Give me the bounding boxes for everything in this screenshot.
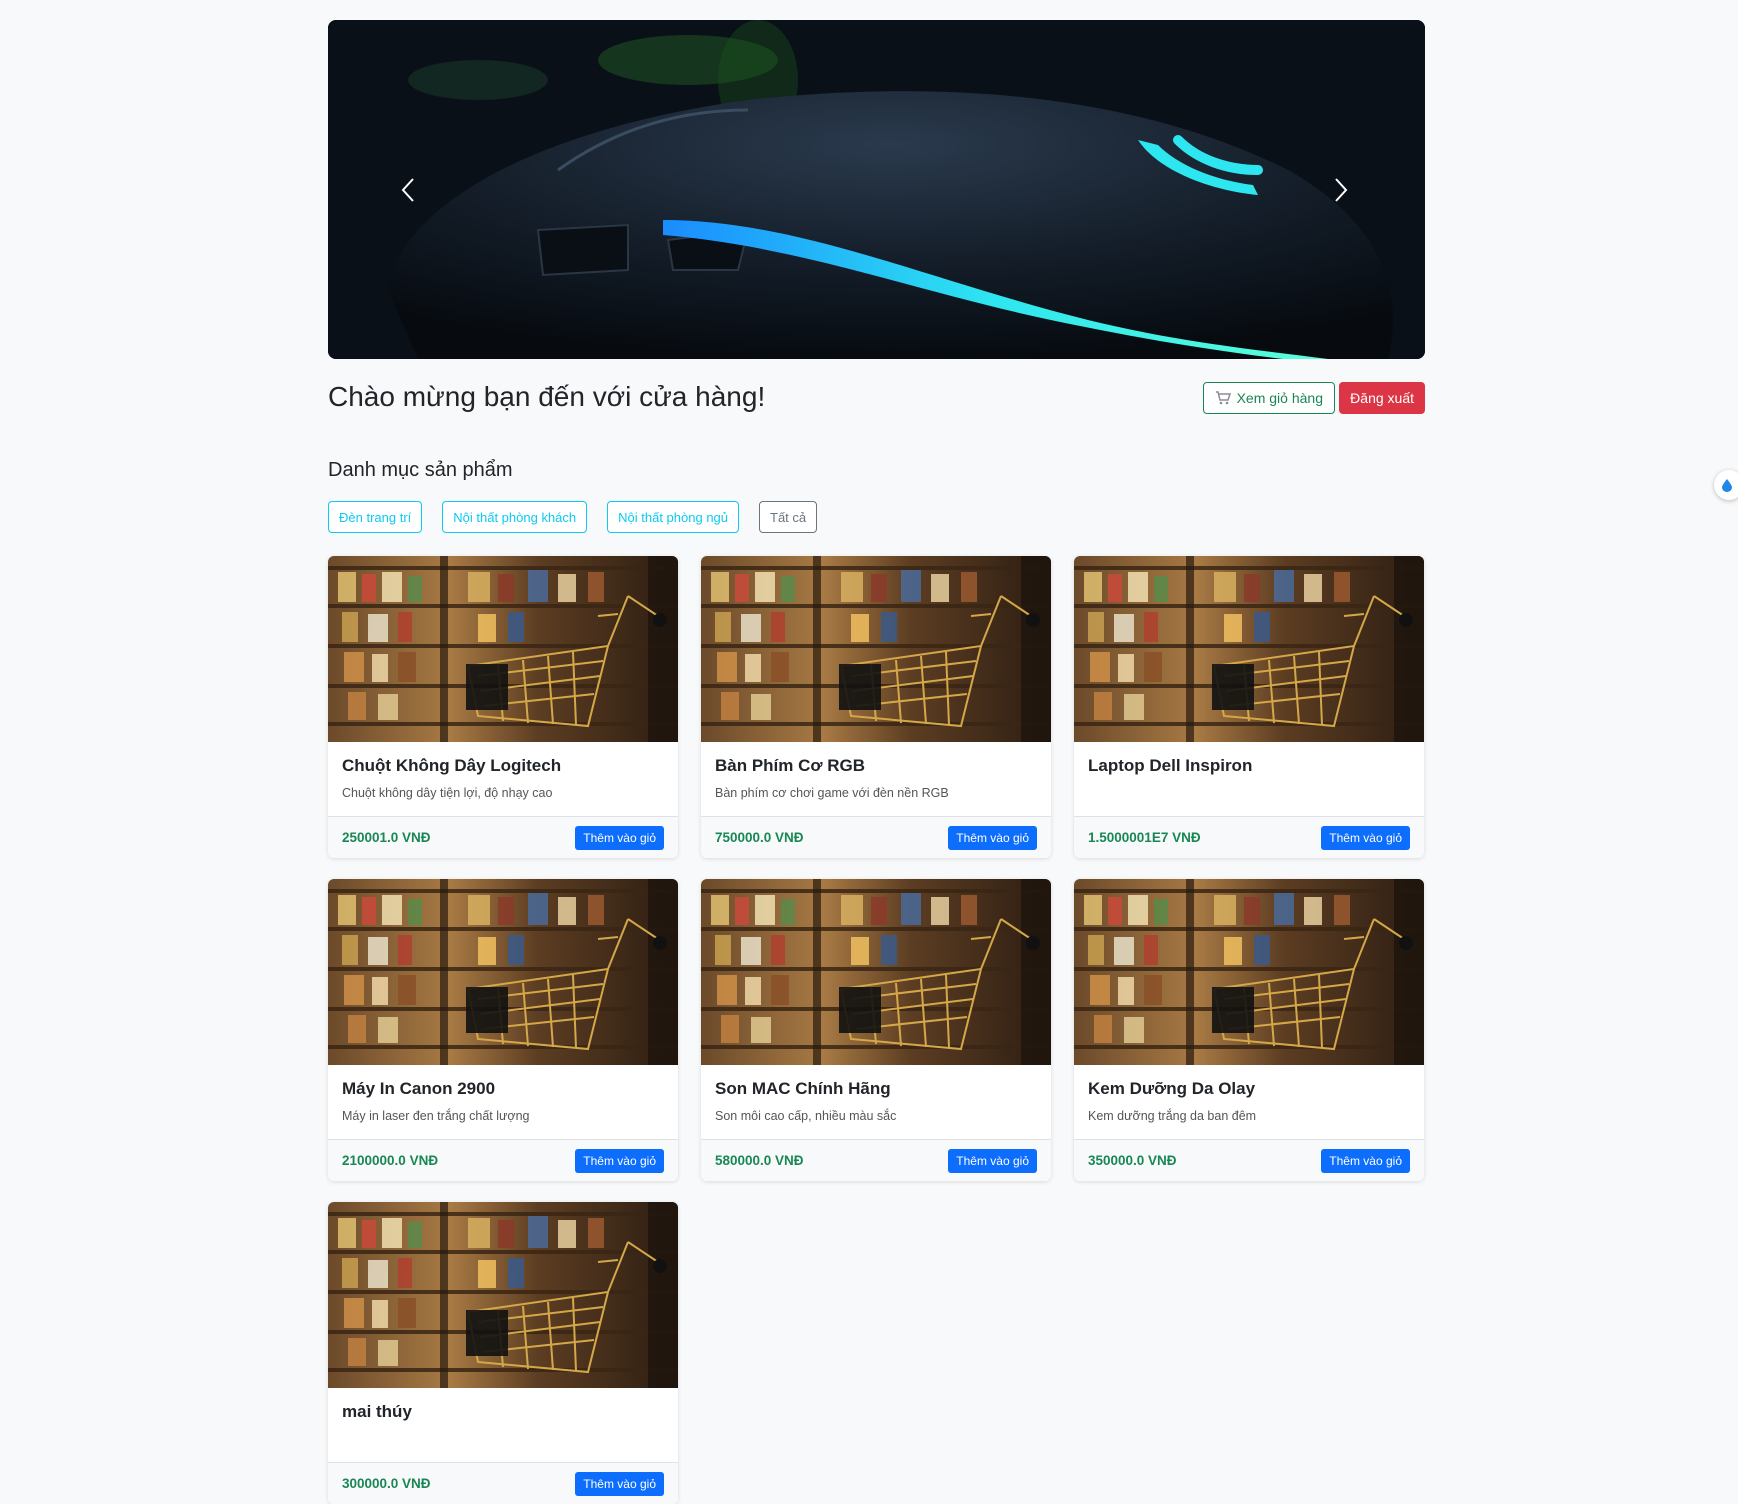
product-price: 250001.0 VNĐ: [342, 830, 431, 845]
product-name: Chuột Không Dây Logitech: [342, 756, 562, 775]
product-card-body: Kem Dưỡng Da Olay Kem dưỡng trắng da ban …: [1074, 1065, 1424, 1139]
product-name: mai thúy: [342, 1402, 412, 1421]
product-price: 300000.0 VNĐ: [342, 1476, 431, 1491]
welcome-header: Chào mừng bạn đến với cửa hàng! Xem giỏ …: [328, 359, 1425, 441]
product-name: Máy In Canon 2900: [342, 1079, 496, 1098]
product-price: 350000.0 VNĐ: [1088, 1153, 1177, 1168]
product-card: Kem Dưỡng Da Olay Kem dưỡng trắng da ban …: [1074, 879, 1424, 1181]
category-button-noi-that-phong-khach[interactable]: Nội thất phòng khách: [442, 501, 588, 533]
product-name: Bàn Phím Cơ RGB: [715, 756, 865, 775]
product-description: Bàn phím cơ chơi game với đèn nền RGB: [715, 786, 949, 800]
main-container: Chào mừng bạn đến với cửa hàng! Xem giỏ …: [328, 20, 1425, 1504]
product-grid: Chuột Không Dây Logitech Chuột không dây …: [328, 556, 1425, 1504]
product-card-footer: 250001.0 VNĐ Thêm vào giỏ: [328, 816, 678, 858]
category-button-all[interactable]: Tất cả: [759, 501, 818, 533]
add-to-cart-button[interactable]: Thêm vào giỏ: [575, 1148, 664, 1173]
product-description: Kem dưỡng trắng da ban đêm: [1088, 1109, 1257, 1123]
product-name: Son MAC Chính Hãng: [715, 1079, 891, 1098]
categories-title: Danh mục sản phẩm: [328, 459, 513, 481]
category-filter-bar: Đèn trang trí Nội thất phòng khách Nội t…: [328, 501, 1425, 533]
chevron-right-icon: [1335, 178, 1348, 202]
product-image: [1074, 556, 1424, 742]
product-name: Kem Dưỡng Da Olay: [1088, 1079, 1256, 1098]
hero-carousel[interactable]: [328, 20, 1425, 359]
product-card: mai thúy 300000.0 VNĐ Thêm vào giỏ: [328, 1202, 678, 1504]
product-card: Laptop Dell Inspiron 1.5000001E7 VNĐ Thêm …: [1074, 556, 1424, 858]
product-image: [701, 556, 1051, 742]
product-card-body: Laptop Dell Inspiron: [1074, 742, 1424, 816]
product-price: 750000.0 VNĐ: [715, 830, 804, 845]
product-card-body: Máy In Canon 2900 Máy in laser đen trắng …: [328, 1065, 678, 1139]
product-card-body: Son MAC Chính Hãng Son môi cao cấp, nhiều…: [701, 1065, 1051, 1139]
product-card-footer: 1.5000001E7 VNĐ Thêm vào giỏ: [1074, 816, 1424, 858]
carousel-next-button[interactable]: [1311, 170, 1371, 210]
product-card: Máy In Canon 2900 Máy in laser đen trắng …: [328, 879, 678, 1181]
water-drop-icon: [1722, 479, 1732, 492]
product-image: [701, 879, 1051, 1065]
product-image: [328, 1202, 678, 1388]
add-to-cart-button[interactable]: Thêm vào giỏ: [575, 1471, 664, 1496]
product-description: Máy in laser đen trắng chất lượng: [342, 1109, 530, 1123]
product-image: [328, 879, 678, 1065]
product-price: 2100000.0 VNĐ: [342, 1153, 439, 1168]
product-card-footer: 350000.0 VNĐ Thêm vào giỏ: [1074, 1139, 1424, 1181]
product-card-body: Bàn Phím Cơ RGB Bàn phím cơ chơi game với…: [701, 742, 1051, 816]
add-to-cart-button[interactable]: Thêm vào giỏ: [1321, 825, 1410, 850]
page-title: Chào mừng bạn đến với cửa hàng!: [328, 381, 766, 412]
product-card: Son MAC Chính Hãng Son môi cao cấp, nhiều…: [701, 879, 1051, 1181]
product-description: Chuột không dây tiện lợi, độ nhạy cao: [342, 786, 553, 800]
product-image: [1074, 879, 1424, 1065]
product-description: Son môi cao cấp, nhiều màu sắc: [715, 1109, 897, 1123]
product-price: 1.5000001E7 VNĐ: [1088, 830, 1201, 845]
product-image: [328, 556, 678, 742]
cart-icon: [1215, 391, 1231, 405]
add-to-cart-button[interactable]: Thêm vào giỏ: [948, 825, 1037, 850]
category-button-noi-that-phong-ngu[interactable]: Nội thất phòng ngủ: [607, 501, 740, 533]
product-price: 580000.0 VNĐ: [715, 1153, 804, 1168]
add-to-cart-button[interactable]: Thêm vào giỏ: [1321, 1148, 1410, 1173]
floating-widget-button[interactable]: [1714, 470, 1738, 500]
product-card-footer: 300000.0 VNĐ Thêm vào giỏ: [328, 1462, 678, 1504]
logout-label: Đăng xuất: [1350, 390, 1414, 406]
product-card-body: Chuột Không Dây Logitech Chuột không dây …: [328, 742, 678, 816]
view-cart-label: Xem giỏ hàng: [1236, 390, 1323, 406]
hero-mouse-image: [328, 20, 1425, 359]
product-card: Bàn Phím Cơ RGB Bàn phím cơ chơi game với…: [701, 556, 1051, 858]
product-card-footer: 750000.0 VNĐ Thêm vào giỏ: [701, 816, 1051, 858]
add-to-cart-button[interactable]: Thêm vào giỏ: [948, 1148, 1037, 1173]
logout-button[interactable]: Đăng xuất: [1339, 382, 1425, 414]
product-card-footer: 580000.0 VNĐ Thêm vào giỏ: [701, 1139, 1051, 1181]
carousel-prev-button[interactable]: [378, 170, 438, 210]
add-to-cart-button[interactable]: Thêm vào giỏ: [575, 825, 664, 850]
product-card: Chuột Không Dây Logitech Chuột không dây …: [328, 556, 678, 858]
product-name: Laptop Dell Inspiron: [1088, 756, 1253, 775]
product-card-footer: 2100000.0 VNĐ Thêm vào giỏ: [328, 1139, 678, 1181]
view-cart-button[interactable]: Xem giỏ hàng: [1202, 382, 1335, 414]
category-button-den-trang-tri[interactable]: Đèn trang trí: [328, 501, 423, 533]
product-card-body: mai thúy: [328, 1388, 678, 1462]
chevron-left-icon: [401, 178, 414, 202]
